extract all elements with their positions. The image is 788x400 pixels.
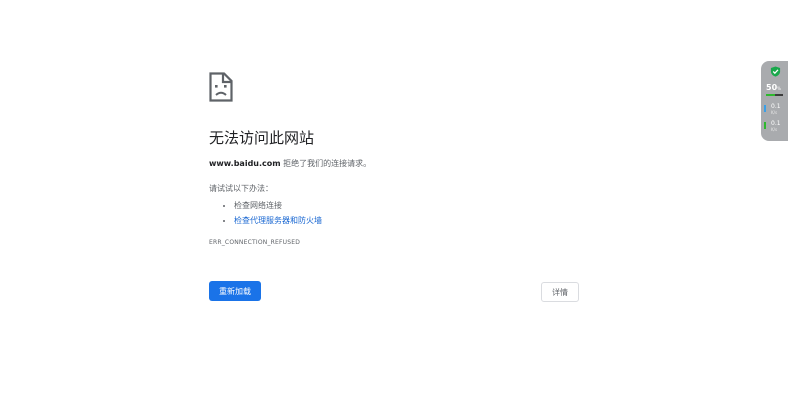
error-host: www.baidu.com — [209, 159, 281, 168]
upload-rate-value: 0.1 — [771, 103, 781, 110]
download-rate: 0.1 K/s — [764, 120, 786, 134]
suggestion-check-connection: 检查网络连接 — [234, 198, 579, 213]
sad-page-icon — [209, 72, 233, 102]
shield-check-icon — [770, 66, 781, 77]
error-summary: www.baidu.com 拒绝了我们的连接请求。 — [209, 158, 579, 170]
usage-percent-unit: % — [777, 86, 781, 91]
upload-rate-unit: K/s — [771, 110, 778, 115]
download-rate-unit: K/s — [771, 127, 778, 132]
usage-bar — [766, 94, 783, 96]
usage-percent: 50% — [766, 83, 781, 93]
page-title: 无法访问此网站 — [209, 129, 315, 147]
download-rate-value: 0.1 — [771, 120, 781, 127]
usage-percent-value: 50 — [766, 83, 778, 92]
reload-button[interactable]: 重新加载 — [209, 281, 261, 301]
details-button[interactable]: 详情 — [541, 282, 579, 302]
suggestion-label: 检查网络连接 — [234, 201, 282, 210]
error-summary-text: 拒绝了我们的连接请求。 — [280, 159, 372, 168]
usage-bar-fill — [766, 94, 775, 96]
download-arrow-icon — [764, 122, 766, 129]
suggestion-proxy-link[interactable]: 检查代理服务器和防火墙 — [234, 216, 322, 225]
suggestions-heading: 请试试以下办法： — [209, 184, 273, 193]
error-code: ERR_CONNECTION_REFUSED — [209, 239, 301, 246]
suggestions-list: 检查网络连接 检查代理服务器和防火墙 — [209, 198, 579, 228]
upload-arrow-icon — [764, 105, 766, 112]
network-monitor-widget[interactable]: 50% 0.1 K/s 0.1 K/s — [761, 61, 788, 141]
upload-rate: 0.1 K/s — [764, 103, 786, 117]
suggestion-check-proxy: 检查代理服务器和防火墙 — [234, 213, 579, 228]
error-content: 无法访问此网站 www.baidu.com 拒绝了我们的连接请求。 请试试以下办… — [209, 72, 579, 247]
details-button-label: 详情 — [552, 287, 568, 297]
